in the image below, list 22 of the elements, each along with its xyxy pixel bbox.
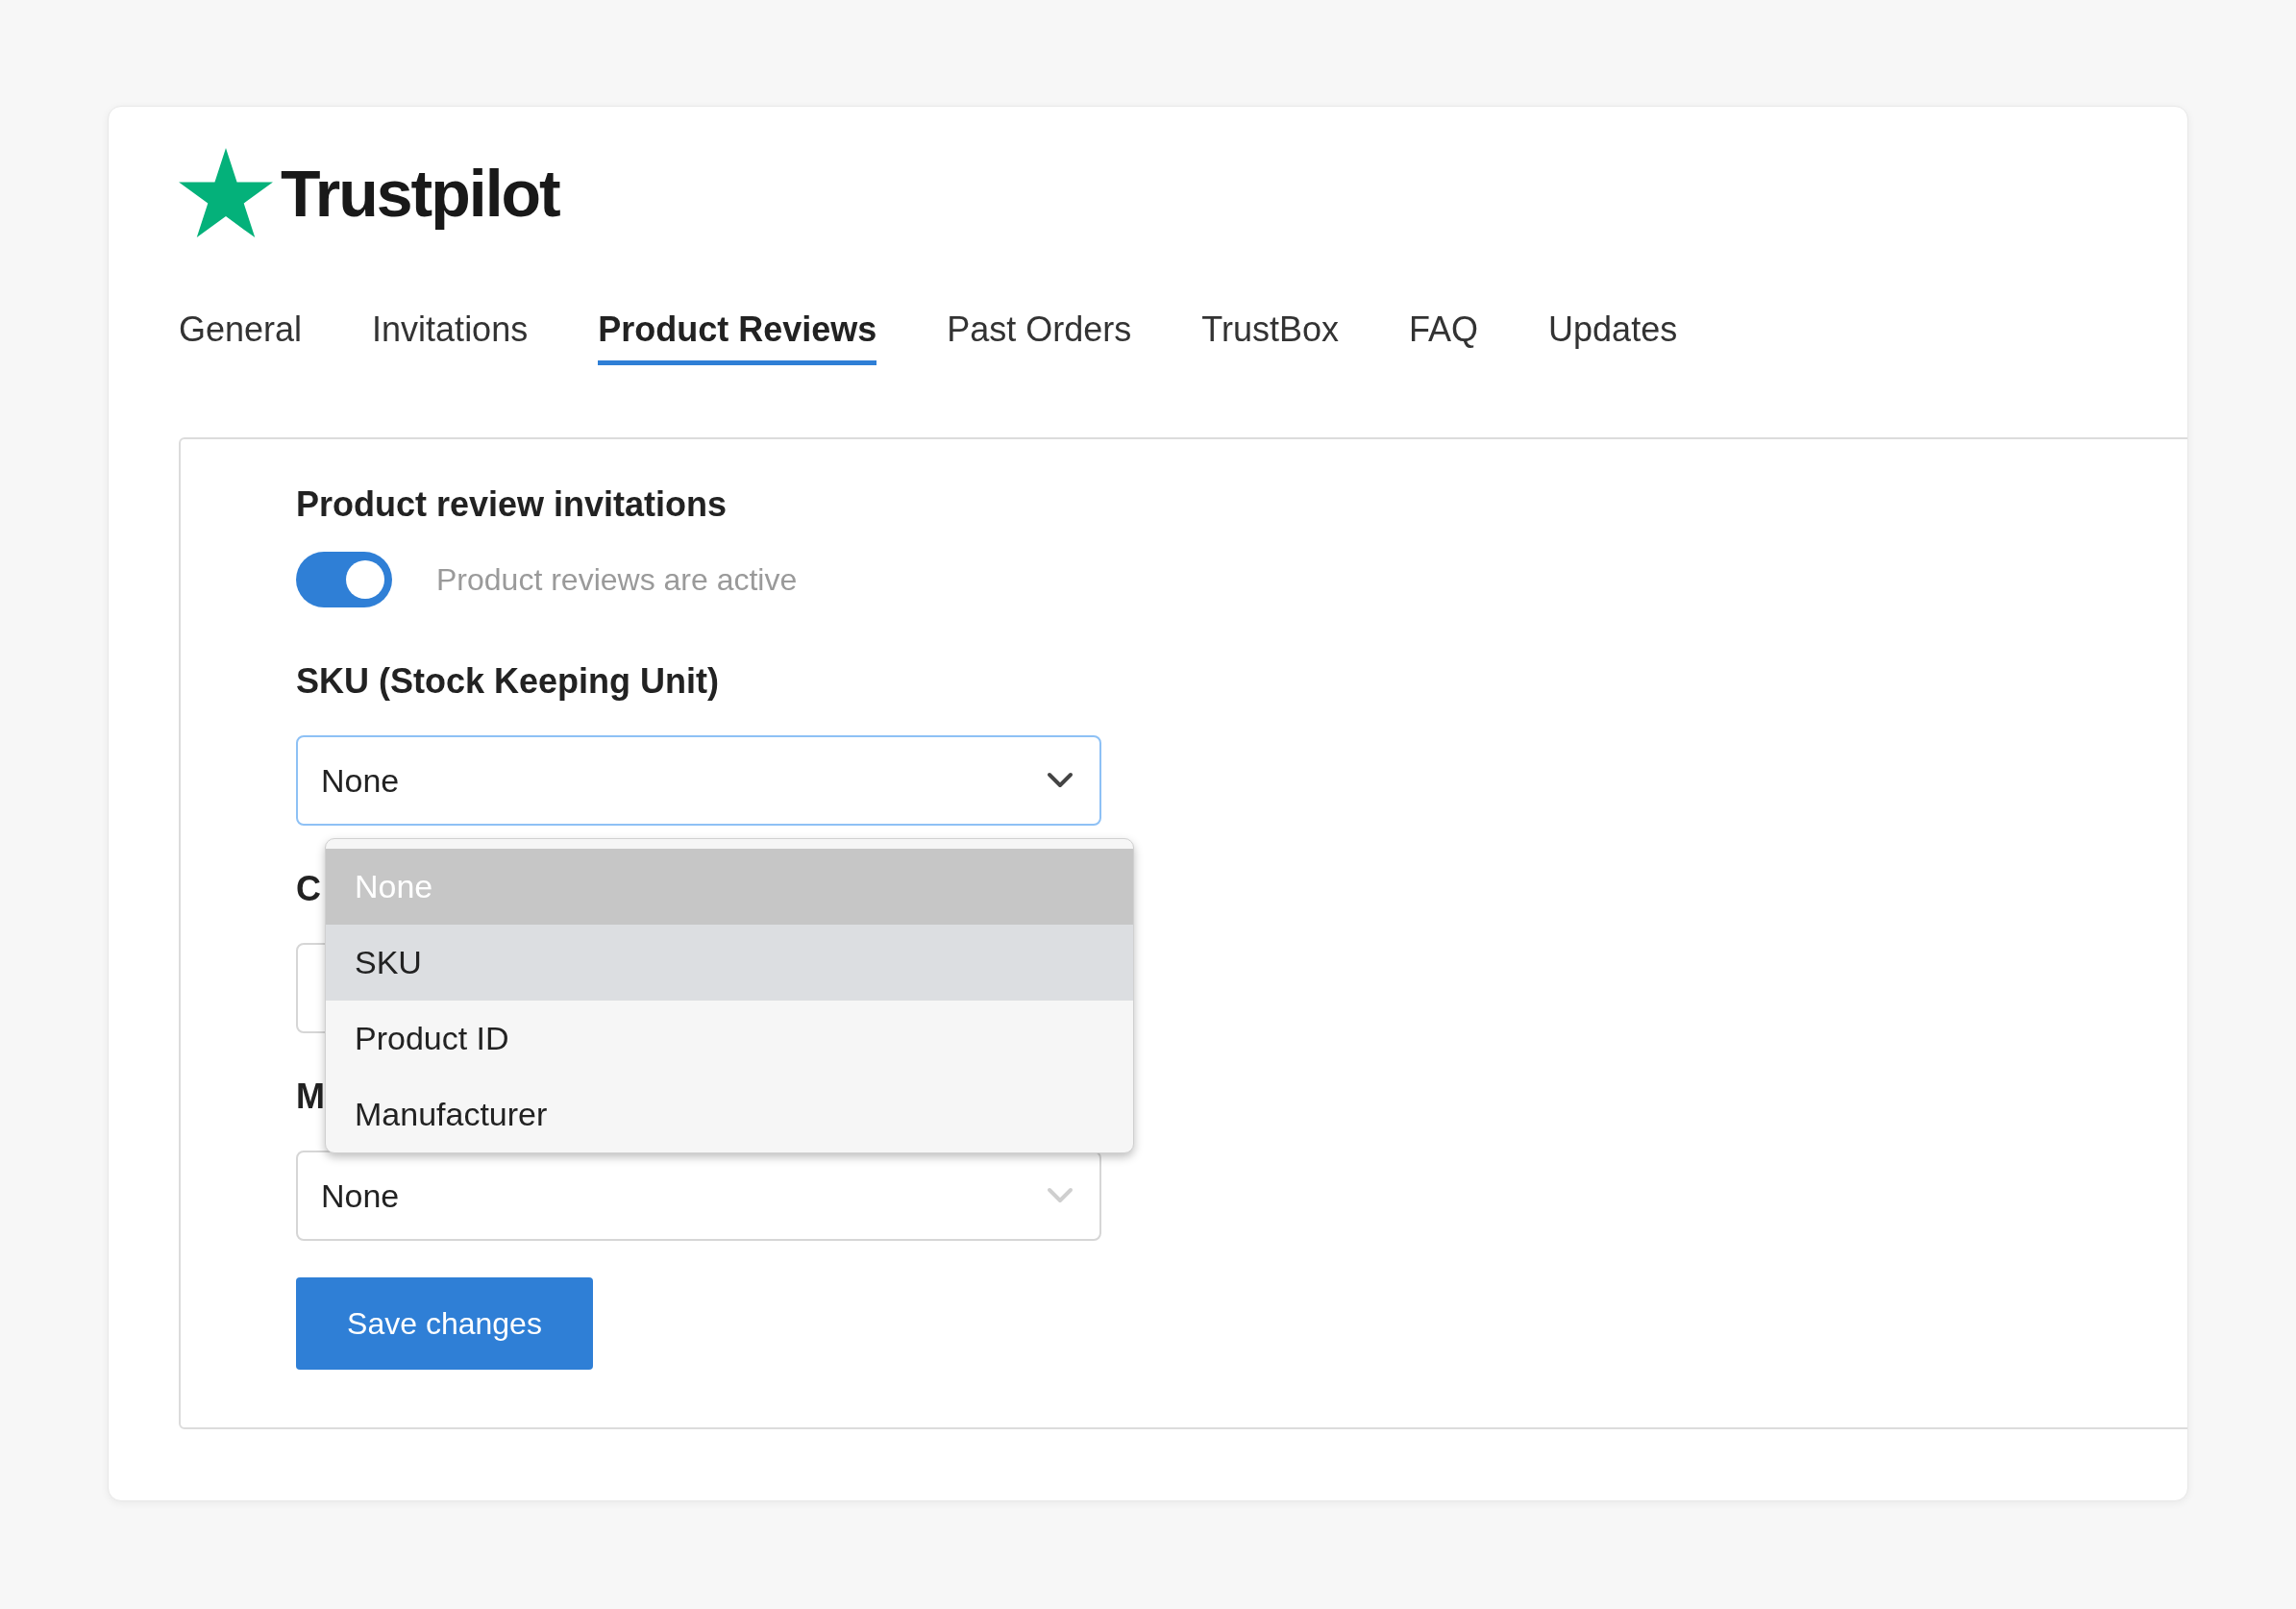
chevron-down-icon — [1046, 1186, 1074, 1205]
tab[interactable]: TrustBox — [1201, 311, 1340, 365]
tab[interactable]: FAQ — [1409, 311, 1479, 365]
toggle-label: Product reviews are active — [436, 561, 798, 599]
field-label: SKU (Stock Keeping Unit) — [296, 664, 719, 703]
tab[interactable]: Invitations — [372, 311, 529, 365]
section-title: Product review invitations — [296, 487, 728, 526]
field-label: M — [296, 1079, 325, 1118]
dropdown-option[interactable]: Product ID — [326, 1001, 1133, 1077]
select-field[interactable]: None — [296, 1151, 1101, 1241]
tab[interactable]: Updates — [1548, 311, 1678, 365]
select-field[interactable]: None — [296, 735, 1101, 826]
tab[interactable]: General — [179, 311, 303, 365]
toggle-switch[interactable] — [296, 552, 392, 607]
dropdown-option[interactable]: SKU — [326, 925, 1133, 1001]
tab[interactable]: Product Reviews — [598, 311, 877, 365]
chevron-down-icon — [1046, 771, 1074, 790]
tab[interactable]: Past Orders — [947, 311, 1132, 365]
star-icon — [179, 148, 273, 238]
field-label: C — [296, 872, 321, 910]
dropdown-option[interactable]: Manufacturer — [326, 1077, 1133, 1152]
save-button[interactable]: Save changes — [296, 1277, 593, 1370]
